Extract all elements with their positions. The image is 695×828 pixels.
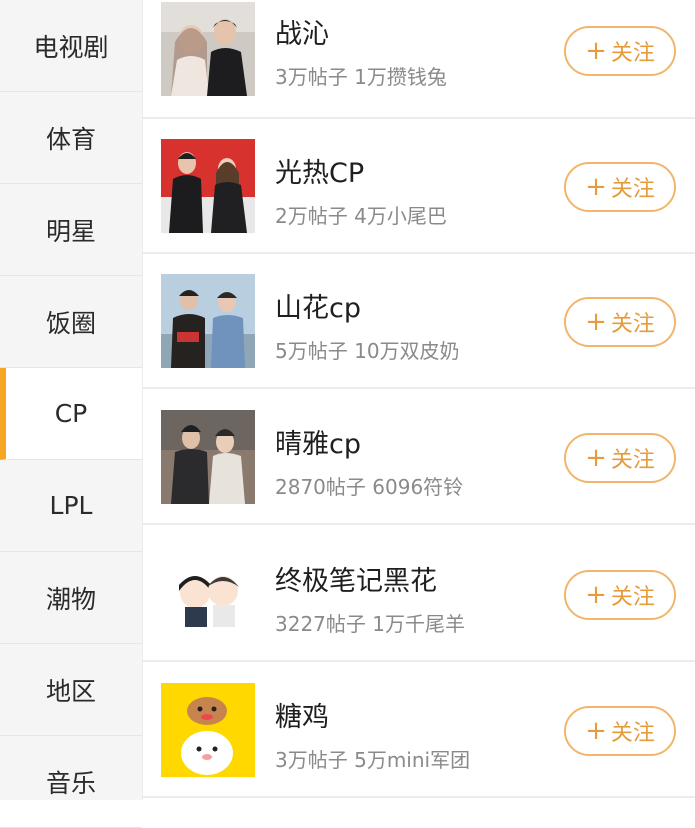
topic-stats: 5万帖子 10万双皮奶 <box>275 335 460 364</box>
list-item[interactable]: 山花cp 5万帖子 10万双皮奶 + 关注 <box>143 254 695 389</box>
topic-thumbnail <box>161 139 255 233</box>
topic-thumbnail <box>161 410 255 504</box>
topic-stats: 2870帖子 6096符铃 <box>275 471 463 500</box>
sidebar-item-tv[interactable]: 电视剧 <box>0 0 142 92</box>
plus-icon: + <box>585 443 607 473</box>
follow-label: 关注 <box>610 41 655 66</box>
follow-button[interactable]: + 关注 <box>564 297 676 347</box>
topic-stats: 3万帖子 5万mini军团 <box>275 744 470 773</box>
follow-label: 关注 <box>610 721 655 746</box>
post-count: 5万帖子 <box>275 339 348 363</box>
post-count: 3万帖子 <box>275 748 348 772</box>
topic-stats: 3万帖子 1万攒钱兔 <box>275 61 447 90</box>
post-count: 3万帖子 <box>275 65 348 89</box>
follow-label: 关注 <box>610 448 655 473</box>
list-item[interactable]: 光热CP 2万帖子 4万小尾巴 + 关注 <box>143 119 695 254</box>
list-item[interactable]: 糖鸡 3万帖子 5万mini军团 + 关注 <box>143 663 695 798</box>
sidebar-item-trends[interactable]: 潮物 <box>0 552 142 644</box>
topic-thumbnail <box>161 2 255 96</box>
sidebar-item-label: 地区 <box>45 676 96 706</box>
topic-stats: 2万帖子 4万小尾巴 <box>275 200 447 229</box>
sidebar-item-label: 体育 <box>45 124 96 154</box>
plus-icon: + <box>585 580 607 610</box>
post-count: 2870帖子 <box>275 475 366 499</box>
topic-name: 糖鸡 <box>275 702 329 733</box>
topic-thumbnail <box>161 683 255 777</box>
list-item[interactable]: 战沁 3万帖子 1万攒钱兔 + 关注 <box>143 0 695 119</box>
sidebar-item-label: LPL <box>49 491 93 520</box>
follow-button[interactable]: + 关注 <box>564 26 676 76</box>
sidebar-item-label: 电视剧 <box>33 32 109 62</box>
plus-icon: + <box>585 716 607 746</box>
fan-count: 6096符铃 <box>372 475 464 499</box>
sidebar-item-region[interactable]: 地区 <box>0 644 142 736</box>
list-item[interactable]: 终极笔记黑花 3227帖子 1万千尾羊 + 关注 <box>143 527 695 662</box>
topic-thumbnail <box>161 547 255 641</box>
follow-label: 关注 <box>610 312 655 337</box>
post-count: 3227帖子 <box>275 612 366 636</box>
topic-stats: 3227帖子 1万千尾羊 <box>275 608 465 637</box>
fan-count: 10万双皮奶 <box>354 339 460 363</box>
topic-name: 终极笔记黑花 <box>275 566 437 597</box>
category-sidebar: 电视剧 体育 明星 饭圈 CP LPL 潮物 地区 音乐 <box>0 0 142 828</box>
sidebar-item-label: 音乐 <box>45 768 96 798</box>
sidebar-item-label: 潮物 <box>45 584 96 614</box>
sidebar-item-fandom[interactable]: 饭圈 <box>0 276 142 368</box>
follow-button[interactable]: + 关注 <box>564 433 676 483</box>
follow-button[interactable]: + 关注 <box>564 570 676 620</box>
follow-button[interactable]: + 关注 <box>564 162 676 212</box>
topic-name: 光热CP <box>275 158 365 189</box>
sidebar-item-music[interactable]: 音乐 <box>0 736 142 828</box>
fan-count: 5万mini军团 <box>354 748 471 772</box>
follow-button[interactable]: + 关注 <box>564 706 676 756</box>
sidebar-item-label: 饭圈 <box>45 308 96 338</box>
sidebar-item-label: CP <box>54 399 88 428</box>
plus-icon: + <box>585 307 607 337</box>
topic-name: 战沁 <box>275 19 329 50</box>
plus-icon: + <box>585 36 607 66</box>
topic-name: 山花cp <box>275 293 361 324</box>
plus-icon: + <box>585 172 607 202</box>
follow-label: 关注 <box>610 585 655 610</box>
post-count: 2万帖子 <box>275 204 348 228</box>
sidebar-item-label: 明星 <box>45 216 96 246</box>
sidebar-item-lpl[interactable]: LPL <box>0 460 142 552</box>
sidebar-item-stars[interactable]: 明星 <box>0 184 142 276</box>
app-screen: 电视剧 体育 明星 饭圈 CP LPL 潮物 地区 音乐 战沁 3万帖子 1万攒… <box>0 0 695 828</box>
fan-count: 4万小尾巴 <box>354 204 447 228</box>
topic-name: 晴雅cp <box>275 429 361 460</box>
topic-thumbnail <box>161 274 255 368</box>
list-item[interactable]: 晴雅cp 2870帖子 6096符铃 + 关注 <box>143 390 695 525</box>
fan-count: 1万攒钱兔 <box>354 65 447 89</box>
sidebar-item-sports[interactable]: 体育 <box>0 92 142 184</box>
follow-label: 关注 <box>610 177 655 202</box>
fan-count: 1万千尾羊 <box>372 612 465 636</box>
sidebar-item-cp[interactable]: CP <box>0 368 142 460</box>
